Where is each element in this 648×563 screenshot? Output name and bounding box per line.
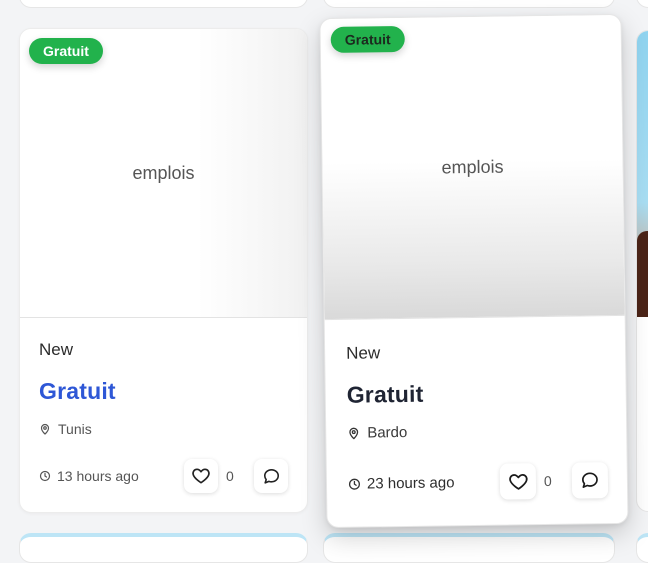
category-label: emplois	[441, 156, 504, 177]
status-label: New	[39, 340, 74, 359]
category-label: emplois	[132, 162, 195, 183]
comment-button[interactable]	[571, 462, 609, 499]
listing-media[interactable]: Gratuit emplois	[320, 14, 625, 321]
like-button[interactable]	[184, 459, 218, 493]
like-count: 0	[226, 468, 234, 484]
listing-title[interactable]: Gratuit	[347, 378, 607, 409]
listing-card[interactable]: Gratuit emplois New Gratuit Tunis 13 hou…	[19, 28, 308, 513]
location-text: Tunis	[58, 421, 92, 437]
clock-icon	[348, 478, 360, 490]
map-pin-icon	[349, 427, 359, 440]
card-partial-bottom-right[interactable]	[636, 533, 648, 563]
heart-icon	[508, 473, 528, 490]
price-badge: Gratuit	[330, 25, 405, 53]
listing-media[interactable]: Gratuit emplois	[20, 29, 307, 318]
card-partial-top-middle[interactable]	[323, 0, 615, 8]
timestamp-text: 23 hours ago	[366, 473, 455, 493]
location-text: Bardo	[367, 423, 408, 442]
card-partial-right[interactable]	[636, 30, 648, 512]
comment-icon	[582, 472, 598, 488]
price-badge: Gratuit	[29, 38, 103, 64]
card-partial-bottom-middle[interactable]	[323, 533, 615, 563]
location: Bardo	[347, 421, 607, 442]
timestamp: 13 hours ago	[39, 468, 139, 484]
like-count: 0	[543, 472, 552, 490]
card-partial-bottom-left[interactable]	[19, 533, 308, 563]
like-button[interactable]	[499, 463, 537, 500]
location: Tunis	[39, 421, 288, 437]
comment-icon	[263, 468, 279, 484]
listing-image	[637, 31, 648, 317]
card-partial-top-right[interactable]	[636, 0, 648, 8]
status-label: New	[346, 343, 381, 363]
heart-icon	[192, 468, 210, 484]
card-partial-top-left[interactable]	[19, 0, 308, 8]
clock-icon	[39, 470, 51, 482]
listing-title[interactable]: Gratuit	[39, 378, 288, 405]
comment-button[interactable]	[254, 459, 288, 493]
listing-card[interactable]: Gratuit emplois New Gratuit Bardo 23 hou…	[319, 13, 629, 529]
map-pin-icon	[40, 423, 50, 435]
timestamp-text: 13 hours ago	[57, 468, 139, 484]
timestamp: 23 hours ago	[348, 474, 455, 492]
